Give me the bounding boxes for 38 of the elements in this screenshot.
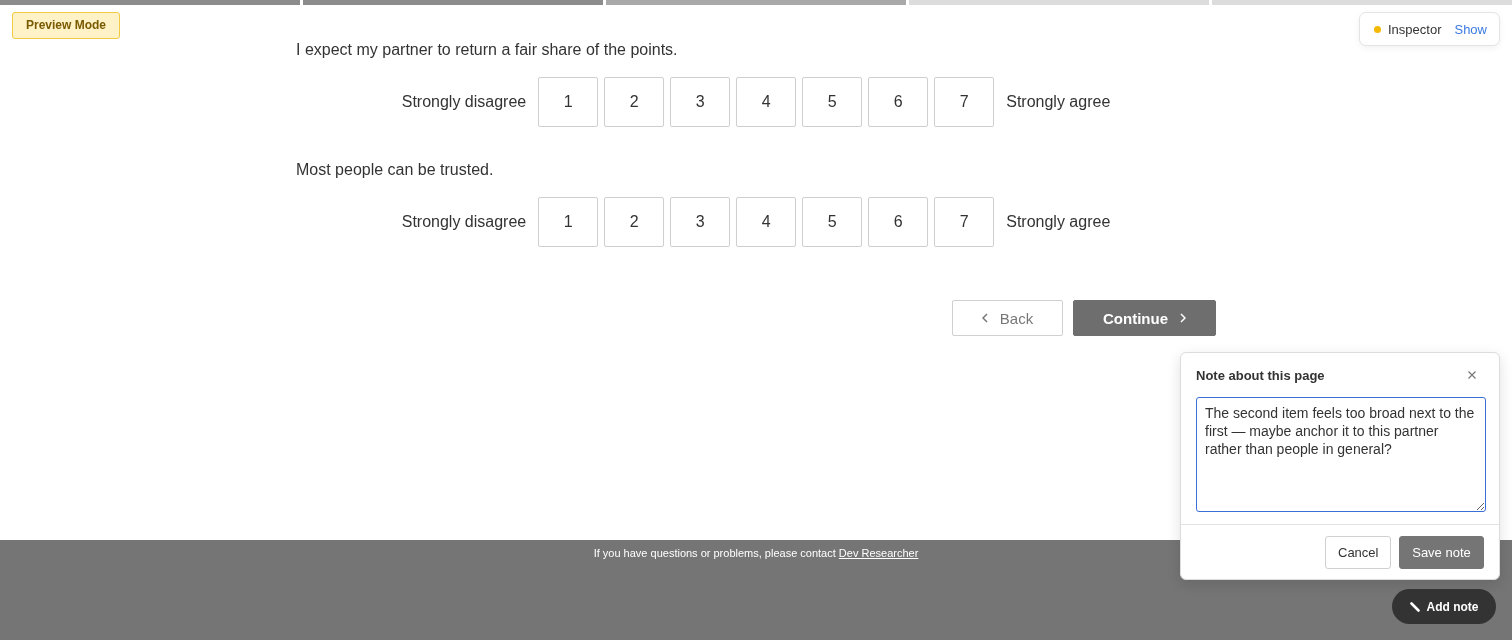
scale-option[interactable]: 1 — [538, 197, 599, 247]
scale-option[interactable]: 5 — [802, 197, 863, 247]
status-dot-icon — [1374, 25, 1381, 33]
save-note-button[interactable]: Save note — [1399, 536, 1484, 569]
continue-button[interactable]: Continue — [1073, 300, 1216, 336]
contact-link[interactable]: Dev Researcher — [838, 547, 919, 559]
close-button[interactable] — [1466, 369, 1478, 381]
scale-option[interactable]: 6 — [868, 197, 929, 247]
question-text: I expect my partner to return a fair share of the points. — [296, 40, 679, 60]
scale-option[interactable]: 4 — [736, 77, 797, 127]
close-icon — [1468, 371, 1476, 379]
inspector-label: Inspector — [1388, 21, 1442, 37]
scale-option[interactable]: 3 — [670, 197, 731, 247]
scale-option[interactable]: 3 — [670, 77, 731, 127]
scale-option[interactable]: 6 — [868, 77, 929, 127]
show-link[interactable]: Show — [1454, 21, 1487, 37]
scale-option[interactable]: 5 — [802, 77, 863, 127]
question-text: Most people can be trusted. — [296, 160, 495, 180]
scale-low-label: Strongly disagree — [401, 93, 527, 111]
scale-option[interactable]: 7 — [934, 77, 995, 127]
cancel-button[interactable]: Cancel — [1325, 536, 1391, 569]
scale-option[interactable]: 4 — [736, 197, 797, 247]
scale-option[interactable]: 1 — [538, 77, 599, 127]
chevron-right-icon — [1180, 313, 1186, 323]
scale-option[interactable]: 2 — [604, 77, 665, 127]
add-note-button[interactable]: Add note — [1392, 589, 1496, 624]
footer-text: If you have questions or problems, please contact Dev Researcher — [593, 546, 919, 561]
scale-low-label: Strongly disagree — [401, 213, 527, 231]
preview-mode-badge: Preview Mode — [12, 12, 120, 39]
note-title: Note about this page — [1196, 367, 1325, 383]
back-button[interactable]: Back — [952, 300, 1063, 336]
note-text-field[interactable]: The second item feels too broad next to the first — maybe anchor it to this partner rather than people in general? — [1196, 397, 1486, 512]
scale-high-label: Strongly agree — [1006, 213, 1111, 231]
chevron-left-icon — [981, 313, 988, 323]
scale-option[interactable]: 2 — [604, 197, 665, 247]
scale-option[interactable]: 7 — [934, 197, 995, 247]
scale-high-label: Strongly agree — [1006, 93, 1111, 111]
pencil-icon — [1409, 601, 1420, 612]
